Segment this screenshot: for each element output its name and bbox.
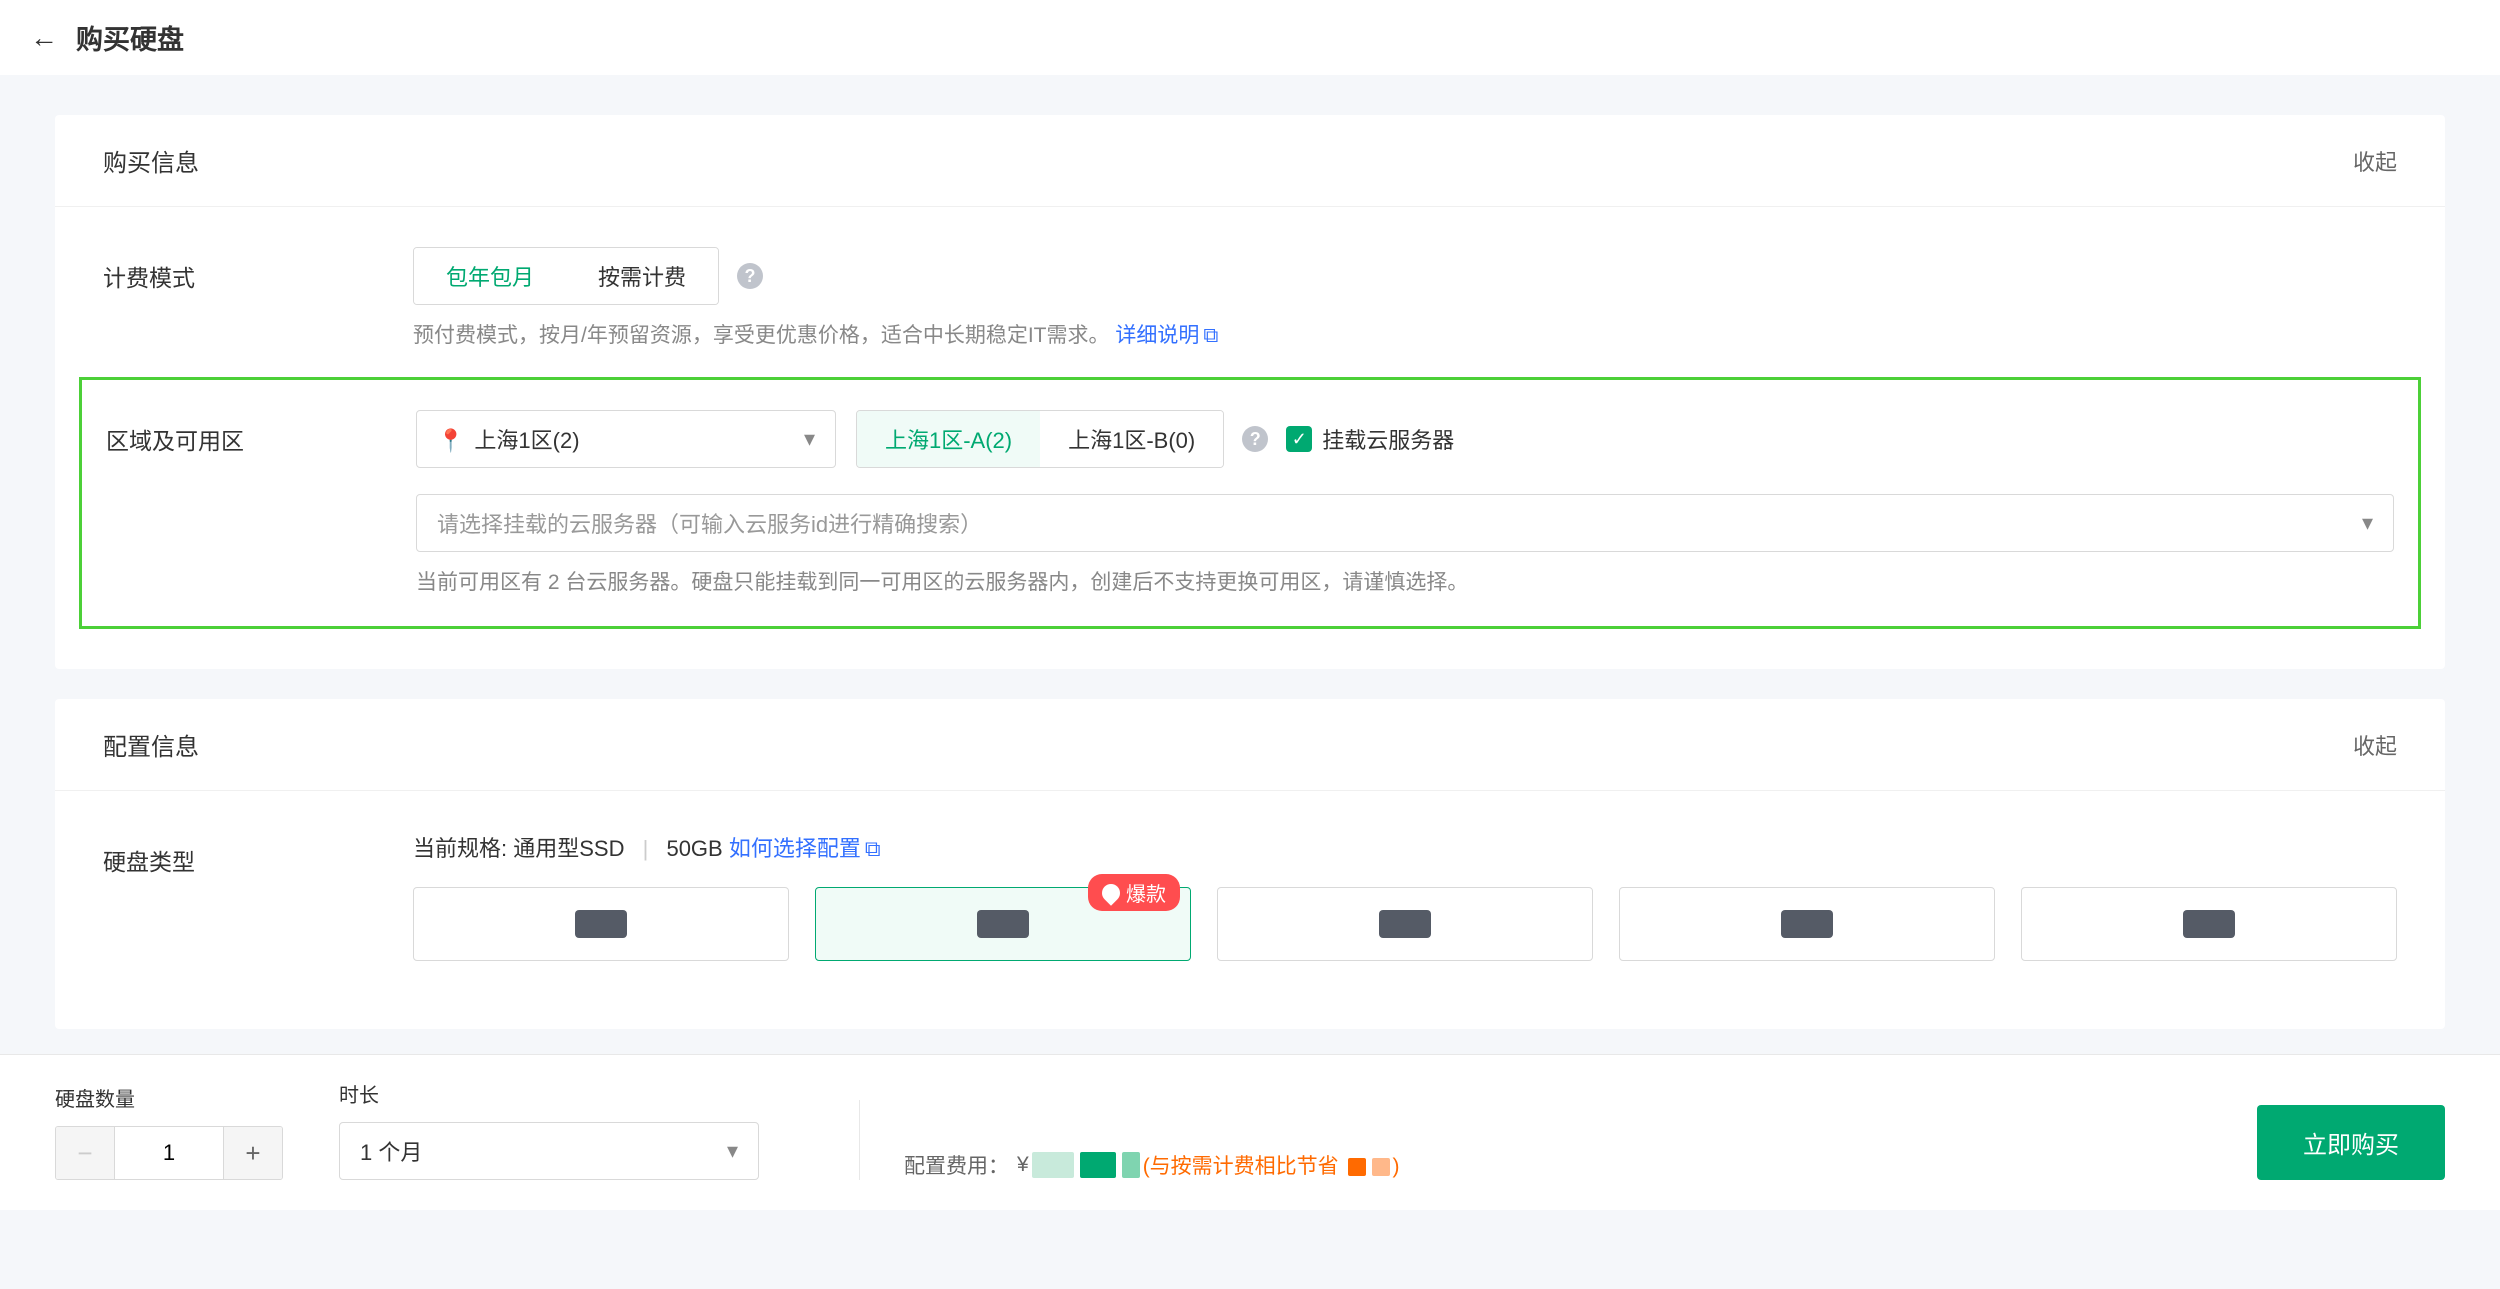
vertical-divider	[859, 1100, 860, 1180]
external-link-icon: ⧉	[865, 836, 881, 861]
chevron-down-icon: ▾	[727, 1138, 738, 1164]
type-pill	[1781, 910, 1833, 938]
purchase-info-card: 购买信息 收起 计费模式 包年包月 按需计费 ? 预付费模式，按月/年预留资源，…	[55, 115, 2445, 669]
purchase-card-title: 购买信息	[103, 143, 199, 178]
fire-icon	[1098, 880, 1123, 905]
region-value: 上海1区(2)	[474, 428, 579, 453]
checkbox-checked-icon: ✓	[1286, 426, 1312, 452]
buy-button[interactable]: 立即购买	[2257, 1105, 2445, 1180]
cost-label: 配置费用：	[904, 1150, 1009, 1180]
billing-hint: 预付费模式，按月/年预留资源，享受更优惠价格，适合中长期稳定IT需求。 详细说明…	[413, 319, 2397, 349]
zone-group: 上海1区-A(2) 上海1区-B(0)	[856, 410, 1224, 468]
collapse-button[interactable]: 收起	[2353, 145, 2397, 177]
duration-label: 时长	[339, 1079, 759, 1108]
server-placeholder: 请选择挂载的云服务器（可输入云服务id进行精确搜索）	[437, 507, 982, 539]
hot-badge: 爆款	[1088, 874, 1180, 911]
billing-mode-group: 包年包月 按需计费	[413, 247, 719, 305]
help-icon[interactable]: ?	[1242, 426, 1268, 452]
spec-help-link[interactable]: 如何选择配置⧉	[729, 836, 881, 861]
disk-type-card-1[interactable]	[413, 887, 789, 961]
duration-value: 1 个月	[360, 1135, 422, 1167]
billing-detail-link[interactable]: 详细说明⧉	[1115, 324, 1218, 347]
quantity-stepper: − +	[55, 1126, 283, 1180]
disk-type-card-3[interactable]	[1217, 887, 1593, 961]
redacted-price	[1122, 1152, 1140, 1178]
redacted-price	[1080, 1152, 1116, 1178]
duration-select[interactable]: 1 个月 ▾	[339, 1122, 759, 1180]
disk-type-card-4[interactable]	[1619, 887, 1995, 961]
cost-currency: ¥	[1017, 1153, 1029, 1177]
disk-type-card-5[interactable]	[2021, 887, 2397, 961]
page-title: 购买硬盘	[76, 18, 184, 57]
region-select[interactable]: 📍 上海1区(2) ▾	[416, 410, 836, 468]
server-select[interactable]: 请选择挂载的云服务器（可输入云服务id进行精确搜索） ▾	[416, 494, 2394, 552]
disk-type-card-2[interactable]: 爆款	[815, 887, 1191, 961]
disk-type-label: 硬盘类型	[103, 831, 413, 877]
qty-input[interactable]	[114, 1127, 224, 1179]
type-pill	[1379, 910, 1431, 938]
collapse-button[interactable]: 收起	[2353, 729, 2397, 761]
zone-option-a[interactable]: 上海1区-A(2)	[856, 410, 1041, 468]
location-icon: 📍	[437, 428, 464, 453]
spec-summary: 当前规格: 通用型SSD | 50GB 如何选择配置⧉	[413, 831, 2397, 863]
type-pill	[977, 910, 1029, 938]
chevron-down-icon: ▾	[2362, 510, 2373, 536]
footer-bar: 硬盘数量 − + 时长 1 个月 ▾ 配置费用： ¥ (与按需计费相比节省 ) …	[0, 1054, 2500, 1210]
qty-label: 硬盘数量	[55, 1083, 283, 1112]
savings-text: (与按需计费相比节省 )	[1143, 1150, 1400, 1180]
billing-option-ondemand[interactable]: 按需计费	[566, 248, 718, 304]
billing-label: 计费模式	[103, 247, 413, 293]
type-pill	[2183, 910, 2235, 938]
qty-plus-button[interactable]: +	[224, 1127, 282, 1179]
region-highlight-box: 区域及可用区 📍 上海1区(2) ▾ 上海1区-A(2) 上海1区-B(0)	[79, 377, 2421, 629]
mount-server-checkbox[interactable]: ✓ 挂载云服务器	[1286, 423, 1454, 455]
region-label: 区域及可用区	[106, 410, 416, 456]
chevron-down-icon: ▾	[804, 426, 815, 452]
help-icon[interactable]: ?	[737, 263, 763, 289]
config-info-card: 配置信息 收起 硬盘类型 当前规格: 通用型SSD | 50GB 如何选择配置⧉	[55, 699, 2445, 1029]
qty-minus-button[interactable]: −	[56, 1127, 114, 1179]
back-arrow-icon[interactable]: ←	[30, 22, 58, 54]
redacted-price	[1032, 1152, 1074, 1178]
zone-option-b[interactable]: 上海1区-B(0)	[1040, 411, 1223, 467]
external-link-icon: ⧉	[1203, 324, 1218, 347]
billing-option-prepaid[interactable]: 包年包月	[413, 247, 567, 305]
type-pill	[575, 910, 627, 938]
config-card-title: 配置信息	[103, 727, 199, 762]
region-hint: 当前可用区有 2 台云服务器。硬盘只能挂载到同一可用区的云服务器内，创建后不支持…	[416, 566, 2394, 596]
